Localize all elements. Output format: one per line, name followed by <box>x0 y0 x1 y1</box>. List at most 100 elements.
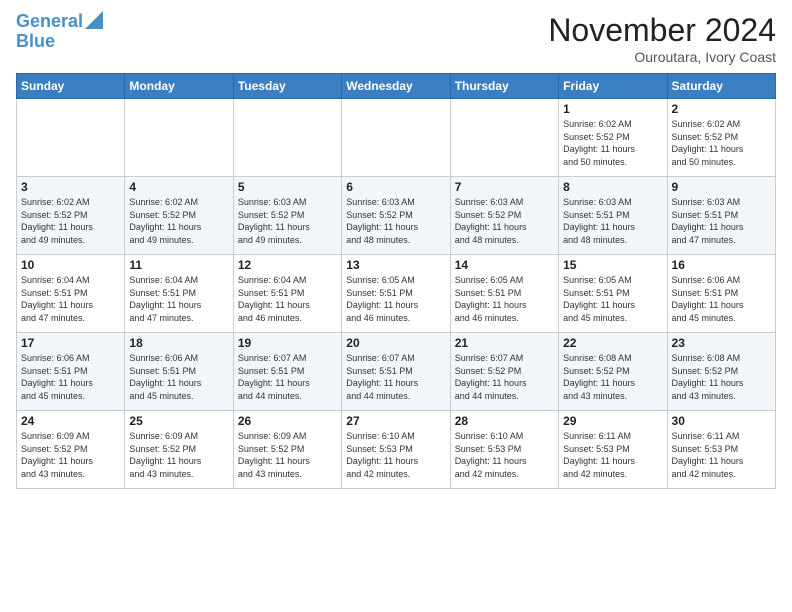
day-info: Sunrise: 6:04 AM Sunset: 5:51 PM Dayligh… <box>238 274 337 324</box>
day-number: 14 <box>455 258 554 272</box>
day-info: Sunrise: 6:05 AM Sunset: 5:51 PM Dayligh… <box>346 274 445 324</box>
day-number: 1 <box>563 102 662 116</box>
week-row-4: 17 Sunrise: 6:06 AM Sunset: 5:51 PM Dayli… <box>17 333 776 411</box>
weekday-header-wednesday: Wednesday <box>342 74 450 99</box>
day-number: 11 <box>129 258 228 272</box>
day-info: Sunrise: 6:03 AM Sunset: 5:52 PM Dayligh… <box>238 196 337 246</box>
day-number: 6 <box>346 180 445 194</box>
weekday-header-sunday: Sunday <box>17 74 125 99</box>
calendar-table: SundayMondayTuesdayWednesdayThursdayFrid… <box>16 73 776 489</box>
calendar-cell-w5-d6: 30 Sunrise: 6:11 AM Sunset: 5:53 PM Dayli… <box>667 411 775 489</box>
day-number: 25 <box>129 414 228 428</box>
day-info: Sunrise: 6:07 AM Sunset: 5:51 PM Dayligh… <box>238 352 337 402</box>
calendar-cell-w5-d5: 29 Sunrise: 6:11 AM Sunset: 5:53 PM Dayli… <box>559 411 667 489</box>
week-row-1: 1 Sunrise: 6:02 AM Sunset: 5:52 PM Daylig… <box>17 99 776 177</box>
day-info: Sunrise: 6:02 AM Sunset: 5:52 PM Dayligh… <box>129 196 228 246</box>
day-info: Sunrise: 6:06 AM Sunset: 5:51 PM Dayligh… <box>21 352 120 402</box>
day-number: 28 <box>455 414 554 428</box>
calendar-cell-w4-d6: 23 Sunrise: 6:08 AM Sunset: 5:52 PM Dayli… <box>667 333 775 411</box>
day-number: 12 <box>238 258 337 272</box>
day-info: Sunrise: 6:10 AM Sunset: 5:53 PM Dayligh… <box>346 430 445 480</box>
main-container: General Blue November 2024 Ouroutara, Iv… <box>0 0 792 497</box>
logo-arrow-icon <box>85 11 103 29</box>
day-info: Sunrise: 6:04 AM Sunset: 5:51 PM Dayligh… <box>21 274 120 324</box>
day-number: 30 <box>672 414 771 428</box>
location: Ouroutara, Ivory Coast <box>548 49 776 65</box>
day-number: 5 <box>238 180 337 194</box>
day-info: Sunrise: 6:09 AM Sunset: 5:52 PM Dayligh… <box>129 430 228 480</box>
day-info: Sunrise: 6:04 AM Sunset: 5:51 PM Dayligh… <box>129 274 228 324</box>
logo-text-blue: Blue <box>16 32 55 52</box>
week-row-2: 3 Sunrise: 6:02 AM Sunset: 5:52 PM Daylig… <box>17 177 776 255</box>
day-info: Sunrise: 6:11 AM Sunset: 5:53 PM Dayligh… <box>563 430 662 480</box>
day-info: Sunrise: 6:02 AM Sunset: 5:52 PM Dayligh… <box>672 118 771 168</box>
day-number: 23 <box>672 336 771 350</box>
day-info: Sunrise: 6:10 AM Sunset: 5:53 PM Dayligh… <box>455 430 554 480</box>
day-info: Sunrise: 6:09 AM Sunset: 5:52 PM Dayligh… <box>238 430 337 480</box>
calendar-cell-w1-d1 <box>125 99 233 177</box>
day-info: Sunrise: 6:05 AM Sunset: 5:51 PM Dayligh… <box>455 274 554 324</box>
calendar-cell-w3-d1: 11 Sunrise: 6:04 AM Sunset: 5:51 PM Dayli… <box>125 255 233 333</box>
calendar-cell-w2-d3: 6 Sunrise: 6:03 AM Sunset: 5:52 PM Daylig… <box>342 177 450 255</box>
calendar-cell-w4-d0: 17 Sunrise: 6:06 AM Sunset: 5:51 PM Dayli… <box>17 333 125 411</box>
calendar-cell-w1-d5: 1Sunrise: 6:02 AM Sunset: 5:52 PM Daylig… <box>559 99 667 177</box>
day-info: Sunrise: 6:03 AM Sunset: 5:51 PM Dayligh… <box>563 196 662 246</box>
calendar-cell-w1-d4 <box>450 99 558 177</box>
calendar-cell-w5-d3: 27Sunrise: 6:10 AM Sunset: 5:53 PM Dayli… <box>342 411 450 489</box>
calendar-cell-w2-d1: 4 Sunrise: 6:02 AM Sunset: 5:52 PM Daylig… <box>125 177 233 255</box>
day-number: 4 <box>129 180 228 194</box>
calendar-cell-w5-d0: 24Sunrise: 6:09 AM Sunset: 5:52 PM Dayli… <box>17 411 125 489</box>
calendar-cell-w3-d0: 10 Sunrise: 6:04 AM Sunset: 5:51 PM Dayli… <box>17 255 125 333</box>
weekday-header-monday: Monday <box>125 74 233 99</box>
weekday-header-saturday: Saturday <box>667 74 775 99</box>
day-number: 8 <box>563 180 662 194</box>
day-number: 19 <box>238 336 337 350</box>
calendar-cell-w1-d0 <box>17 99 125 177</box>
day-info: Sunrise: 6:07 AM Sunset: 5:52 PM Dayligh… <box>455 352 554 402</box>
calendar-cell-w4-d4: 21 Sunrise: 6:07 AM Sunset: 5:52 PM Dayli… <box>450 333 558 411</box>
calendar-cell-w3-d5: 15 Sunrise: 6:05 AM Sunset: 5:51 PM Dayli… <box>559 255 667 333</box>
day-info: Sunrise: 6:11 AM Sunset: 5:53 PM Dayligh… <box>672 430 771 480</box>
day-number: 17 <box>21 336 120 350</box>
day-number: 26 <box>238 414 337 428</box>
day-number: 20 <box>346 336 445 350</box>
calendar-cell-w5-d1: 25 Sunrise: 6:09 AM Sunset: 5:52 PM Dayli… <box>125 411 233 489</box>
calendar-cell-w4-d2: 19 Sunrise: 6:07 AM Sunset: 5:51 PM Dayli… <box>233 333 341 411</box>
day-number: 3 <box>21 180 120 194</box>
day-info: Sunrise: 6:05 AM Sunset: 5:51 PM Dayligh… <box>563 274 662 324</box>
day-number: 21 <box>455 336 554 350</box>
calendar-cell-w1-d6: 2 Sunrise: 6:02 AM Sunset: 5:52 PM Daylig… <box>667 99 775 177</box>
day-number: 9 <box>672 180 771 194</box>
calendar-cell-w2-d4: 7Sunrise: 6:03 AM Sunset: 5:52 PM Daylig… <box>450 177 558 255</box>
weekday-header-friday: Friday <box>559 74 667 99</box>
week-row-5: 24Sunrise: 6:09 AM Sunset: 5:52 PM Dayli… <box>17 411 776 489</box>
logo: General Blue <box>16 12 103 52</box>
day-number: 2 <box>672 102 771 116</box>
logo-text-general: General <box>16 12 83 32</box>
day-number: 10 <box>21 258 120 272</box>
day-number: 15 <box>563 258 662 272</box>
day-number: 18 <box>129 336 228 350</box>
day-info: Sunrise: 6:09 AM Sunset: 5:52 PM Dayligh… <box>21 430 120 480</box>
calendar-cell-w3-d6: 16Sunrise: 6:06 AM Sunset: 5:51 PM Dayli… <box>667 255 775 333</box>
day-number: 29 <box>563 414 662 428</box>
day-info: Sunrise: 6:08 AM Sunset: 5:52 PM Dayligh… <box>672 352 771 402</box>
weekday-header-row: SundayMondayTuesdayWednesdayThursdayFrid… <box>17 74 776 99</box>
day-info: Sunrise: 6:03 AM Sunset: 5:52 PM Dayligh… <box>455 196 554 246</box>
week-row-3: 10 Sunrise: 6:04 AM Sunset: 5:51 PM Dayli… <box>17 255 776 333</box>
day-number: 13 <box>346 258 445 272</box>
header: General Blue November 2024 Ouroutara, Iv… <box>16 12 776 65</box>
title-block: November 2024 Ouroutara, Ivory Coast <box>548 12 776 65</box>
day-info: Sunrise: 6:03 AM Sunset: 5:52 PM Dayligh… <box>346 196 445 246</box>
day-number: 22 <box>563 336 662 350</box>
calendar-cell-w5-d4: 28 Sunrise: 6:10 AM Sunset: 5:53 PM Dayli… <box>450 411 558 489</box>
day-info: Sunrise: 6:08 AM Sunset: 5:52 PM Dayligh… <box>563 352 662 402</box>
calendar-cell-w2-d2: 5 Sunrise: 6:03 AM Sunset: 5:52 PM Daylig… <box>233 177 341 255</box>
calendar-cell-w3-d4: 14 Sunrise: 6:05 AM Sunset: 5:51 PM Dayli… <box>450 255 558 333</box>
day-info: Sunrise: 6:07 AM Sunset: 5:51 PM Dayligh… <box>346 352 445 402</box>
weekday-header-tuesday: Tuesday <box>233 74 341 99</box>
month-title: November 2024 <box>548 12 776 49</box>
calendar-cell-w3-d3: 13 Sunrise: 6:05 AM Sunset: 5:51 PM Dayli… <box>342 255 450 333</box>
calendar-cell-w1-d2 <box>233 99 341 177</box>
calendar-cell-w2-d5: 8 Sunrise: 6:03 AM Sunset: 5:51 PM Daylig… <box>559 177 667 255</box>
